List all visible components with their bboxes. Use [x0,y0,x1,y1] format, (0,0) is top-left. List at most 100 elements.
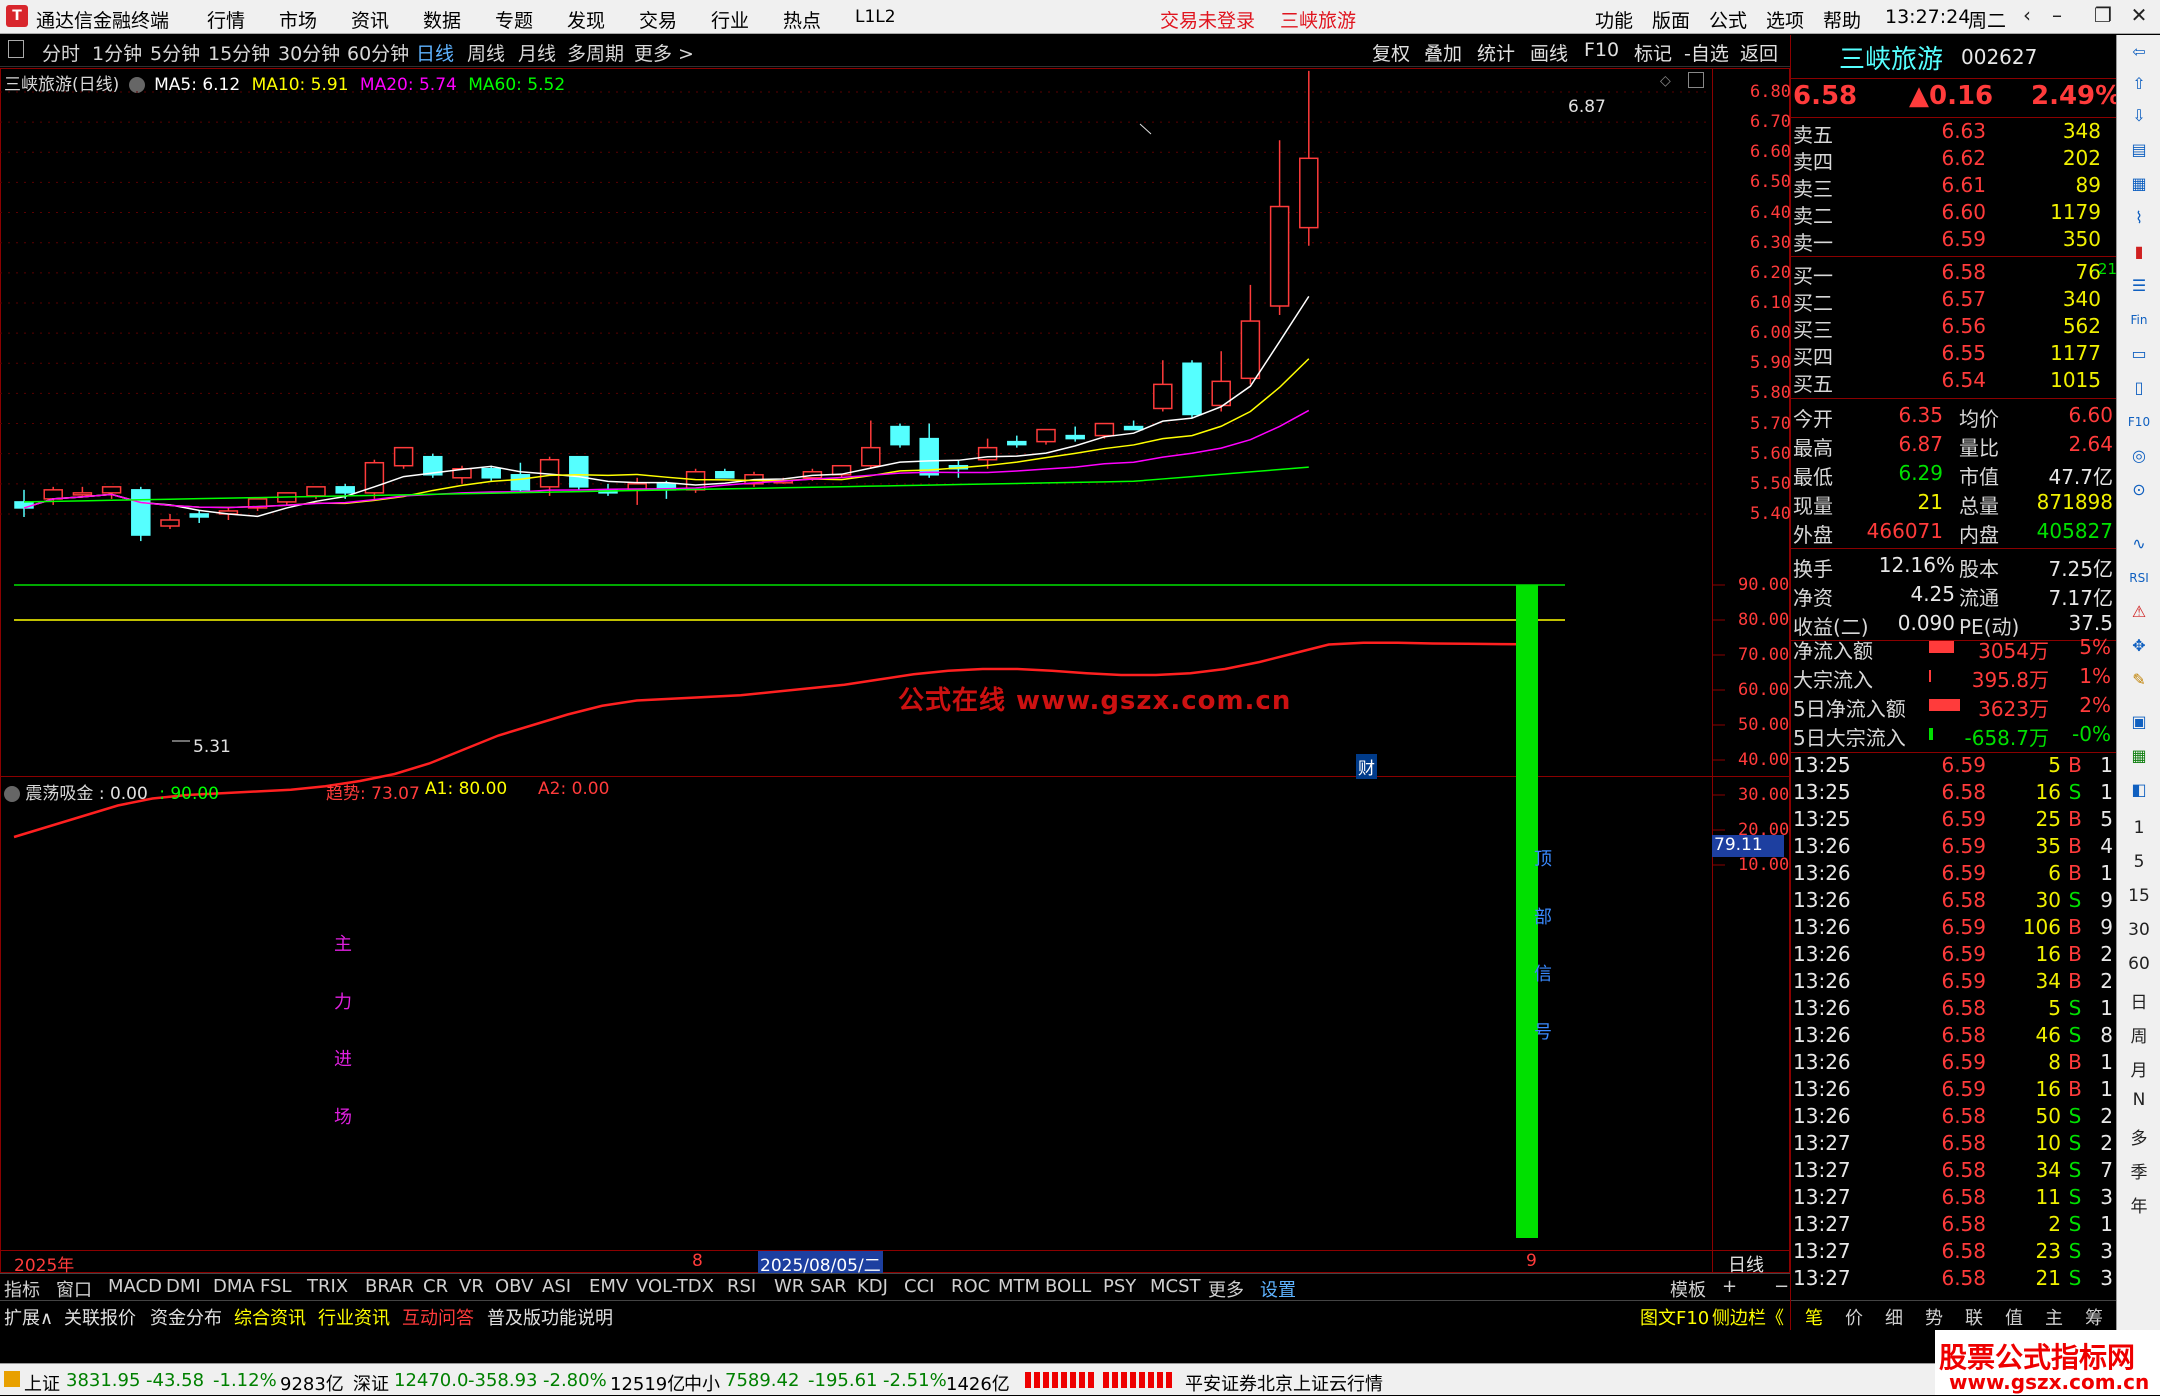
tab-control[interactable]: − [1774,1276,1789,1297]
bid-row[interactable]: 买三 6.56 562 [1791,314,2117,342]
f10-icon[interactable]: F10 [2125,409,2153,435]
ask-row[interactable]: 卖四 6.62 202 [1791,146,2117,174]
tab-sidebar[interactable]: 侧边栏《 [1712,1304,1784,1330]
menu-bangzhu[interactable]: 帮助 [1823,6,1861,33]
tick-tab[interactable]: 主 [2045,1304,2063,1330]
indicator-tab[interactable]: TRIX [307,1276,348,1297]
indicator-tab[interactable]: VOL-TDX [636,1276,714,1297]
period-shortcut[interactable]: 多 [2123,1124,2155,1149]
tick-tab[interactable]: 价 [1845,1304,1863,1330]
indicator-tab[interactable]: DMA [213,1276,255,1297]
bid-row[interactable]: 买五 6.54 1015 [1791,368,2117,396]
period-shortcut[interactable]: 60 [2123,954,2155,974]
period-shortcut[interactable]: 季 [2123,1158,2155,1183]
indicator-tab[interactable]: WR [774,1276,804,1297]
menu-gongneng[interactable]: 功能 [1595,6,1633,33]
grid-green-icon[interactable]: ▦ [2125,743,2153,769]
menu-hangqing[interactable]: 行情 [207,6,245,33]
indicator-tab[interactable]: BOLL [1045,1276,1091,1297]
tick-tab[interactable]: 值 [2005,1304,2023,1330]
kline-icon[interactable]: ▮ [2125,239,2153,265]
btn-tongji[interactable]: 统计 [1477,39,1515,66]
tab-hudong[interactable]: 互动问答 [402,1304,474,1330]
period-1min[interactable]: 1分钟 [92,39,142,66]
menu-jiaoyi[interactable]: 交易 [639,6,677,33]
period-shortcut[interactable]: 5 [2123,852,2155,872]
period-shortcut[interactable]: 年 [2123,1192,2155,1217]
indicator-tab[interactable]: CR [423,1276,448,1297]
period-5min[interactable]: 5分钟 [150,39,200,66]
tab-hangye[interactable]: 行业资讯 [318,1304,390,1330]
arrow-up-icon[interactable]: ⇧ [2125,71,2153,97]
btn-fuquan[interactable]: 复权 [1372,39,1410,66]
period-shortcut[interactable]: 月 [2123,1056,2155,1081]
btn-huaxian[interactable]: 画线 [1530,39,1568,66]
period-multi[interactable]: 多周期 [567,39,624,66]
menu-xuanxiang[interactable]: 选项 [1766,6,1804,33]
tab-puji[interactable]: 普及版功能说明 [487,1304,613,1330]
ask-row[interactable]: 卖三 6.61 89 [1791,173,2117,201]
window-icon[interactable]: ▣ [2125,709,2153,735]
indicator-tab[interactable]: 设置 [1260,1276,1296,1302]
back-icon[interactable]: ‹ [2012,3,2042,31]
menu-hangye[interactable]: 行业 [711,6,749,33]
period-shortcut[interactable]: 1 [2123,818,2155,838]
ask-row[interactable]: 卖一 6.59 350 [1791,227,2117,255]
period-30min[interactable]: 30分钟 [278,39,340,66]
period-60min[interactable]: 60分钟 [347,39,409,66]
move-icon[interactable]: ✥ [2125,633,2153,659]
indicator-tab[interactable]: 指标 [4,1276,40,1302]
tick-tab[interactable]: 联 [1965,1304,1983,1330]
indicator-tab[interactable]: VR [459,1276,484,1297]
fin-icon[interactable]: Fin [2125,307,2153,333]
trade-login-status[interactable]: 交易未登录 [1160,6,1255,33]
minimize-icon[interactable]: – [2042,3,2072,31]
btn-f10[interactable]: F10 [1584,39,1619,61]
panel-toggle-icon[interactable] [1688,72,1704,88]
indicator-tab[interactable]: FSL [260,1276,292,1297]
maximize-icon[interactable]: ❐ [2088,3,2118,31]
alert-icon[interactable]: ⚠ [2125,599,2153,625]
indicator-tab[interactable]: ROC [951,1276,990,1297]
tick-tab[interactable]: 细 [1885,1304,1903,1330]
period-more[interactable]: 更多 > [634,39,694,66]
period-monthly[interactable]: 月线 [518,39,556,66]
ask-row[interactable]: 卖二 6.60 1179 [1791,200,2117,228]
indicator-tab[interactable]: OBV [495,1276,533,1297]
btn-diejia[interactable]: 叠加 [1424,39,1462,66]
menu-shuju[interactable]: 数据 [423,6,461,33]
period-shortcut[interactable]: 周 [2123,1022,2155,1047]
globe-icon[interactable]: ◎ [2125,443,2153,469]
tab-zijin[interactable]: 资金分布 [150,1304,222,1330]
period-shortcut[interactable]: 30 [2123,920,2155,940]
tab-zonghe[interactable]: 综合资讯 [234,1304,306,1330]
layout-icon[interactable] [8,40,24,58]
period-shortcut[interactable]: 日 [2123,988,2155,1013]
indicator-tab[interactable]: 窗口 [56,1276,92,1302]
chart-small-icon[interactable]: ◧ [2125,777,2153,803]
indicator-tab[interactable]: DMI [166,1276,201,1297]
tick-tab[interactable]: 势 [1925,1304,1943,1330]
period-shortcut[interactable]: N [2123,1090,2155,1110]
menu-l1l2[interactable]: L1L2 [855,7,896,27]
arrow-left-icon[interactable]: ⇦ [2125,39,2153,65]
btn-fanhui[interactable]: 返回 [1740,39,1778,66]
report-icon[interactable]: ▤ [2125,137,2153,163]
period-15min[interactable]: 15分钟 [208,39,270,66]
pen-icon[interactable]: ✎ [2125,667,2153,693]
diamond-icon[interactable]: ◇ [1660,73,1671,89]
line-chart-icon[interactable]: ⌇ [2125,205,2153,231]
ask-row[interactable]: 卖五 6.63 348 [1791,119,2117,147]
indicator-tab[interactable]: KDJ [857,1276,888,1297]
period-daily[interactable]: 日线 [416,39,454,66]
doc-icon[interactable]: ▭ [2125,341,2153,367]
file-icon[interactable]: ▯ [2125,375,2153,401]
grid-icon[interactable]: ▦ [2125,171,2153,197]
tab-expand[interactable]: 扩展∧ [4,1304,53,1330]
indicator-tab[interactable]: RSI [727,1276,756,1297]
period-fenshi[interactable]: 分时 [42,39,80,66]
period-weekly[interactable]: 周线 [467,39,505,66]
list-icon[interactable]: ☰ [2125,273,2153,299]
indicator-tab[interactable]: MTM [998,1276,1040,1297]
tab-control[interactable]: + [1722,1276,1737,1297]
